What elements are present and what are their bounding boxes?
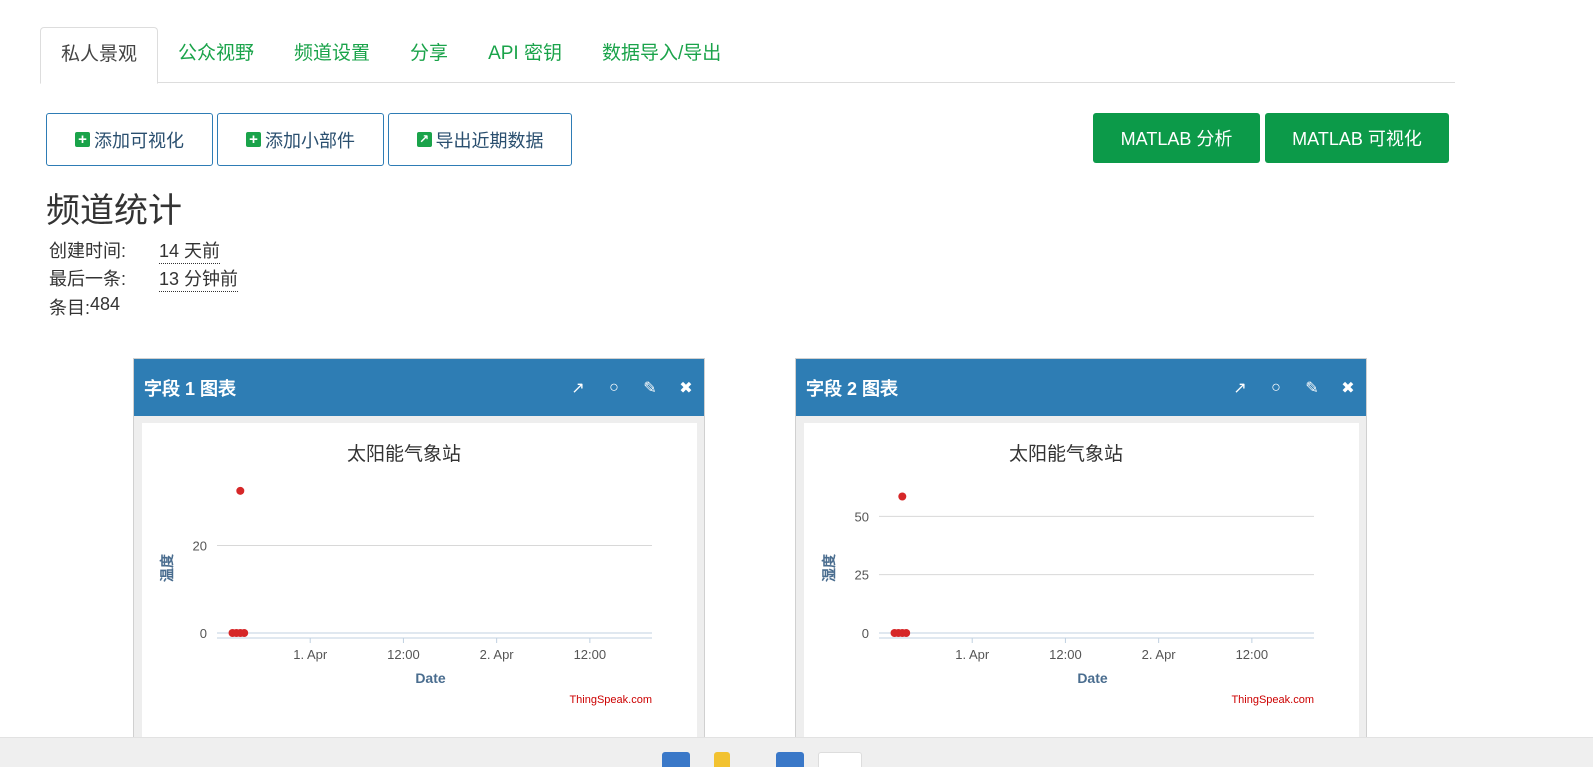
created-value: 14 天前 <box>159 237 221 264</box>
x-axis-title: Date <box>415 670 446 686</box>
export-recent-data-button[interactable]: ↗ 导出近期数据 <box>388 113 572 166</box>
field-1-chart: 太阳能气象站 0 20 1. Apr 12:00 2. Apr 12:00 Date 温度 Thi… <box>159 443 652 706</box>
last-entry-value: 13 分钟前 <box>159 265 239 292</box>
add-widget-label: 添加小部件 <box>265 130 355 151</box>
export-recent-data-label: 导出近期数据 <box>435 130 544 151</box>
x-tick-label: 1. Apr <box>955 647 990 662</box>
tab-public-view[interactable]: 公众视野 <box>158 27 274 83</box>
field-2-chart: 太阳能气象站 0 25 50 1. Apr 12:00 2. Apr 12:00 Date 湿度 T… <box>821 443 1314 706</box>
y-tick-label: 0 <box>200 626 207 641</box>
tab-data-import-export[interactable]: 数据导入/导出 <box>582 27 741 83</box>
chart-credit: ThingSpeak.com <box>1231 694 1314 706</box>
x-axis-title: Date <box>1077 670 1108 686</box>
data-point <box>898 492 907 501</box>
comment-icon[interactable]: ○ <box>1258 379 1294 397</box>
field-1-chart-panel: 字段 1 图表 ↗ ○ ✎ ✖ 太阳能气象站 0 20 1. Apr 12:00 2. A… <box>133 358 705 753</box>
channel-tabs: 私人景观 公众视野 频道设置 分享 API 密钥 数据导入/导出 <box>40 27 1455 84</box>
chart-credit: ThingSpeak.com <box>569 694 652 706</box>
edit-pencil-icon[interactable]: ✎ <box>632 378 668 398</box>
taskbar-app-icon[interactable] <box>714 752 730 767</box>
plus-square-icon: + <box>75 132 90 147</box>
channel-stats-title: 频道统计 <box>46 192 182 230</box>
panel-header: 字段 2 图表 ↗ ○ ✎ ✖ <box>796 359 1366 416</box>
entries-row: 条目: 484 <box>49 294 120 320</box>
x-tick-label: 12:00 <box>387 647 420 662</box>
data-point <box>902 629 911 637</box>
chart-area: 太阳能气象站 0 25 50 1. Apr 12:00 2. Apr 12:00 Date 湿度 T… <box>804 423 1359 753</box>
chart-area: 太阳能气象站 0 20 1. Apr 12:00 2. Apr 12:00 Date 温度 Thi… <box>142 423 697 753</box>
tab-channel-settings[interactable]: 频道设置 <box>274 27 390 83</box>
x-tick-label: 12:00 <box>1049 647 1082 662</box>
open-external-icon[interactable]: ↗ <box>560 378 596 398</box>
x-tick-label: 12:00 <box>1236 647 1269 662</box>
panel-title: 字段 1 图表 <box>144 378 237 399</box>
x-tick-label: 12:00 <box>574 647 607 662</box>
open-external-icon[interactable]: ↗ <box>1222 378 1258 398</box>
plus-square-icon: + <box>246 132 261 147</box>
external-arrow-icon: ↗ <box>416 132 432 147</box>
taskbar <box>0 737 1593 767</box>
entries-label: 条目: <box>49 298 91 318</box>
matlab-analysis-button[interactable]: MATLAB 分析 <box>1093 113 1260 163</box>
last-entry-label: 最后一条: <box>49 269 127 289</box>
taskbar-app-icon[interactable] <box>818 752 862 767</box>
x-tick-label: 2. Apr <box>1142 647 1177 662</box>
panel-header: 字段 1 图表 ↗ ○ ✎ ✖ <box>134 359 704 416</box>
close-icon[interactable]: ✖ <box>668 378 704 398</box>
y-tick-label: 50 <box>855 509 869 524</box>
chart-title: 太阳能气象站 <box>347 443 461 465</box>
y-tick-label: 25 <box>855 568 869 583</box>
add-widget-button[interactable]: + 添加小部件 <box>217 113 384 166</box>
comment-icon[interactable]: ○ <box>596 379 632 397</box>
taskbar-app-icon[interactable] <box>776 752 804 767</box>
add-visualization-label: 添加可视化 <box>94 130 184 151</box>
tab-sharing[interactable]: 分享 <box>390 27 468 83</box>
field-2-chart-panel: 字段 2 图表 ↗ ○ ✎ ✖ 太阳能气象站 0 25 50 1. Apr 12:00 2.… <box>795 358 1367 753</box>
tab-api-keys[interactable]: API 密钥 <box>468 27 582 83</box>
chart-title: 太阳能气象站 <box>1009 443 1123 465</box>
data-point <box>236 486 245 495</box>
matlab-visualization-button[interactable]: MATLAB 可视化 <box>1265 113 1449 163</box>
created-row: 创建时间: 14 天前 <box>49 237 221 264</box>
entries-value: 484 <box>90 294 121 314</box>
add-visualization-button[interactable]: + 添加可视化 <box>46 113 213 166</box>
created-label: 创建时间: <box>49 241 127 261</box>
close-icon[interactable]: ✖ <box>1330 378 1366 398</box>
panel-title: 字段 2 图表 <box>806 378 899 399</box>
last-entry-row: 最后一条: 13 分钟前 <box>49 265 239 292</box>
data-point <box>240 629 249 637</box>
y-axis-title: 温度 <box>159 553 175 582</box>
x-tick-label: 2. Apr <box>480 647 515 662</box>
taskbar-app-icon[interactable] <box>662 752 690 767</box>
y-tick-label: 0 <box>862 626 869 641</box>
x-tick-label: 1. Apr <box>293 647 328 662</box>
y-axis-title: 湿度 <box>821 553 837 582</box>
y-tick-label: 20 <box>193 539 207 554</box>
tab-private-view[interactable]: 私人景观 <box>40 27 159 84</box>
edit-pencil-icon[interactable]: ✎ <box>1294 378 1330 398</box>
